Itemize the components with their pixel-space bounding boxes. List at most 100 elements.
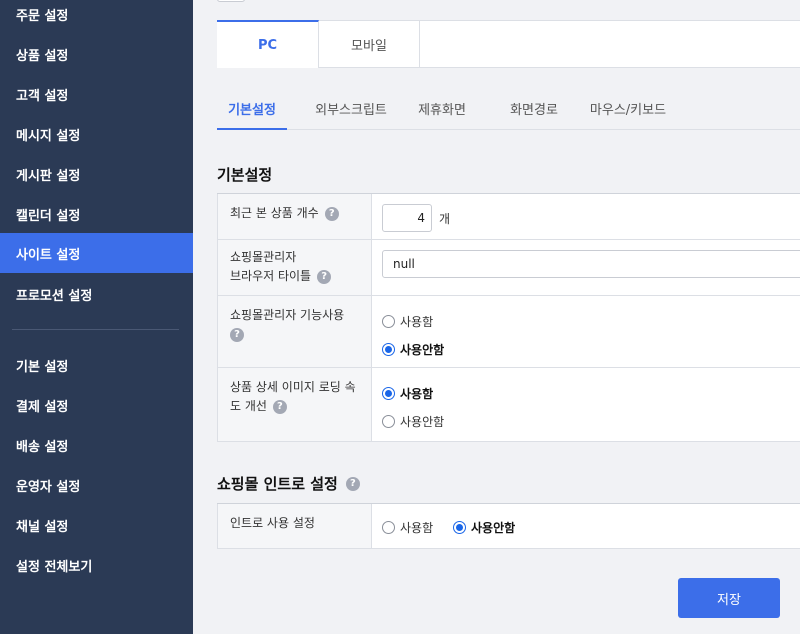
intro-use-radio[interactable]: 사용함 bbox=[382, 519, 433, 536]
image-loading-use-radio[interactable]: 사용함 bbox=[382, 385, 433, 402]
sidebar-item-all-settings[interactable]: 설정 전체보기 bbox=[0, 545, 193, 585]
intro-unuse-radio[interactable]: 사용안함 bbox=[453, 519, 515, 536]
table-row-intro-usage: 인트로 사용 설정 사용함 사용안함 bbox=[217, 504, 800, 549]
sidebar: 주문 설정 상품 설정 고객 설정 메시지 설정 게시판 설정 캘린더 설정 사… bbox=[0, 0, 193, 634]
table-row-admin-feature: 쇼핑몰관리자 기능사용 ? 사용함 사용안함 bbox=[217, 296, 800, 368]
sidebar-divider bbox=[12, 329, 179, 330]
row-label-text: 최근 본 상품 개수 bbox=[230, 206, 319, 220]
sidebar-item-order-settings[interactable]: 주문 설정 bbox=[0, 0, 193, 34]
intro-settings-table: 인트로 사용 설정 사용함 사용안함 bbox=[217, 503, 800, 549]
sidebar-item-label: 메시지 설정 bbox=[16, 128, 81, 144]
section-title-text: 기본설정 bbox=[217, 166, 273, 184]
tab-label: 화면경로 bbox=[510, 103, 558, 118]
row-value bbox=[372, 240, 800, 295]
image-loading-unuse-radio[interactable]: 사용안함 bbox=[382, 413, 444, 430]
help-icon[interactable]: ? bbox=[345, 476, 360, 491]
sidebar-item-label: 채널 설정 bbox=[16, 519, 69, 535]
tab-pc-label: PC bbox=[257, 37, 278, 53]
radio-label: 사용함 bbox=[400, 521, 434, 535]
sidebar-item-label: 설정 전체보기 bbox=[16, 559, 93, 575]
device-tabs: PC 모바일 bbox=[217, 20, 800, 68]
sidebar-item-label: 운영자 설정 bbox=[16, 479, 81, 495]
tab-basic-settings[interactable]: 기본설정 bbox=[217, 90, 287, 130]
settings-sub-tabs: 기본설정 외부스크립트 제휴화면 화면경로 마우스/키보드 bbox=[217, 90, 800, 130]
tab-label: 기본설정 bbox=[228, 103, 276, 118]
sidebar-item-label: 고객 설정 bbox=[16, 88, 69, 104]
radio-label: 사용함 bbox=[400, 387, 434, 401]
tab-external-script[interactable]: 외부스크립트 bbox=[307, 90, 395, 130]
sidebar-item-board-settings[interactable]: 게시판 설정 bbox=[0, 154, 193, 194]
sidebar-item-payment-settings[interactable]: 결제 설정 bbox=[0, 385, 193, 425]
tab-pc[interactable]: PC bbox=[217, 20, 319, 68]
row-value: 사용함 사용안함 bbox=[372, 504, 800, 548]
row-label-text: 브라우저 타이틀 bbox=[230, 269, 312, 283]
admin-browser-title-input[interactable] bbox=[382, 250, 800, 278]
tab-mouse-keyboard[interactable]: 마우스/키보드 bbox=[585, 90, 671, 130]
sidebar-item-label: 주문 설정 bbox=[16, 8, 69, 24]
sidebar-item-basic-settings[interactable]: 기본 설정 bbox=[0, 345, 193, 385]
admin-feature-use-radio[interactable]: 사용함 bbox=[382, 313, 433, 330]
sidebar-item-customer-settings[interactable]: 고객 설정 bbox=[0, 74, 193, 114]
row-label: 상품 상세 이미지 로딩 속 도 개선? bbox=[217, 368, 372, 441]
sidebar-item-promotion-settings[interactable]: 프로모션 설정 bbox=[0, 274, 193, 314]
sidebar-item-shipping-settings[interactable]: 배송 설정 bbox=[0, 425, 193, 465]
radio-circle bbox=[382, 387, 395, 400]
tab-screen-path[interactable]: 화면경로 bbox=[497, 90, 571, 130]
row-value: 사용함 사용안함 bbox=[372, 368, 800, 441]
section-title-intro: 쇼핑몰 인트로 설정? bbox=[217, 473, 360, 494]
row-value: 사용함 사용안함 bbox=[372, 296, 800, 367]
row-label-text: 쇼핑몰관리자 bbox=[230, 250, 297, 264]
row-label-text: 상품 상세 이미지 로딩 속 bbox=[230, 380, 356, 394]
basic-settings-table: 최근 본 상품 개수? 개 쇼핑몰관리자 브라우저 타이틀? 쇼핑몰관리자 기능… bbox=[217, 193, 800, 442]
recent-products-count-input[interactable] bbox=[382, 204, 432, 232]
sidebar-item-product-settings[interactable]: 상품 설정 bbox=[0, 34, 193, 74]
row-label-text: 쇼핑몰관리자 기능사용 bbox=[230, 308, 345, 322]
radio-circle bbox=[382, 343, 395, 356]
sidebar-item-label: 결제 설정 bbox=[16, 399, 69, 415]
row-label: 쇼핑몰관리자 브라우저 타이틀? bbox=[217, 240, 372, 295]
radio-circle bbox=[382, 521, 395, 534]
tab-mobile[interactable]: 모바일 bbox=[319, 20, 420, 68]
tab-label: 마우스/키보드 bbox=[589, 103, 667, 118]
sidebar-item-message-settings[interactable]: 메시지 설정 bbox=[0, 114, 193, 154]
sidebar-item-label: 사이트 설정 bbox=[16, 247, 81, 263]
sidebar-item-channel-settings[interactable]: 채널 설정 bbox=[0, 505, 193, 545]
radio-circle bbox=[382, 415, 395, 428]
section-title-basic: 기본설정 bbox=[217, 164, 272, 185]
sidebar-item-site-settings[interactable]: 사이트 설정 bbox=[0, 233, 193, 273]
sidebar-item-label: 배송 설정 bbox=[16, 439, 69, 455]
sidebar-item-calendar-settings[interactable]: 캘린더 설정 bbox=[0, 194, 193, 234]
sidebar-item-operator-settings[interactable]: 운영자 설정 bbox=[0, 465, 193, 505]
help-icon[interactable]: ? bbox=[272, 399, 287, 414]
help-icon[interactable]: ? bbox=[317, 269, 332, 284]
help-icon[interactable]: ? bbox=[324, 206, 339, 221]
sidebar-item-label: 게시판 설정 bbox=[16, 168, 81, 184]
row-value: 개 bbox=[372, 194, 800, 239]
tab-label: 제휴화면 bbox=[418, 103, 466, 118]
save-button[interactable]: 저장 bbox=[678, 578, 780, 618]
help-icon[interactable]: ? bbox=[230, 327, 244, 342]
row-label: 최근 본 상품 개수? bbox=[217, 194, 372, 239]
row-label: 쇼핑몰관리자 기능사용 ? bbox=[217, 296, 372, 367]
sidebar-item-label: 기본 설정 bbox=[16, 359, 69, 375]
unit-label: 개 bbox=[439, 212, 451, 226]
radio-label: 사용안함 bbox=[400, 343, 445, 357]
tab-label: 외부스크립트 bbox=[315, 103, 387, 118]
radio-label: 사용안함 bbox=[471, 521, 516, 535]
sidebar-item-label: 캘린더 설정 bbox=[16, 208, 81, 224]
sidebar-item-label: 상품 설정 bbox=[16, 48, 69, 64]
table-row-admin-title: 쇼핑몰관리자 브라우저 타이틀? bbox=[217, 240, 800, 296]
admin-feature-unuse-radio[interactable]: 사용안함 bbox=[382, 341, 444, 358]
section-title-text: 쇼핑몰 인트로 설정 bbox=[217, 475, 338, 493]
row-label: 인트로 사용 설정 bbox=[217, 504, 372, 548]
radio-label: 사용안함 bbox=[400, 415, 445, 429]
radio-circle bbox=[382, 315, 395, 328]
table-row-image-loading: 상품 상세 이미지 로딩 속 도 개선? 사용함 사용안함 bbox=[217, 368, 800, 442]
table-row-recent-products: 최근 본 상품 개수? 개 bbox=[217, 194, 800, 240]
row-label-text: 도 개선 bbox=[230, 399, 267, 413]
main-content: PC 모바일 기본설정 외부스크립트 제휴화면 화면경로 마우스/키보드 기본설… bbox=[193, 0, 800, 634]
radio-circle bbox=[453, 521, 466, 534]
tab-affiliate-screen[interactable]: 제휴화면 bbox=[407, 90, 477, 130]
top-control-stub[interactable] bbox=[217, 0, 245, 2]
tab-mobile-label: 모바일 bbox=[351, 38, 387, 54]
